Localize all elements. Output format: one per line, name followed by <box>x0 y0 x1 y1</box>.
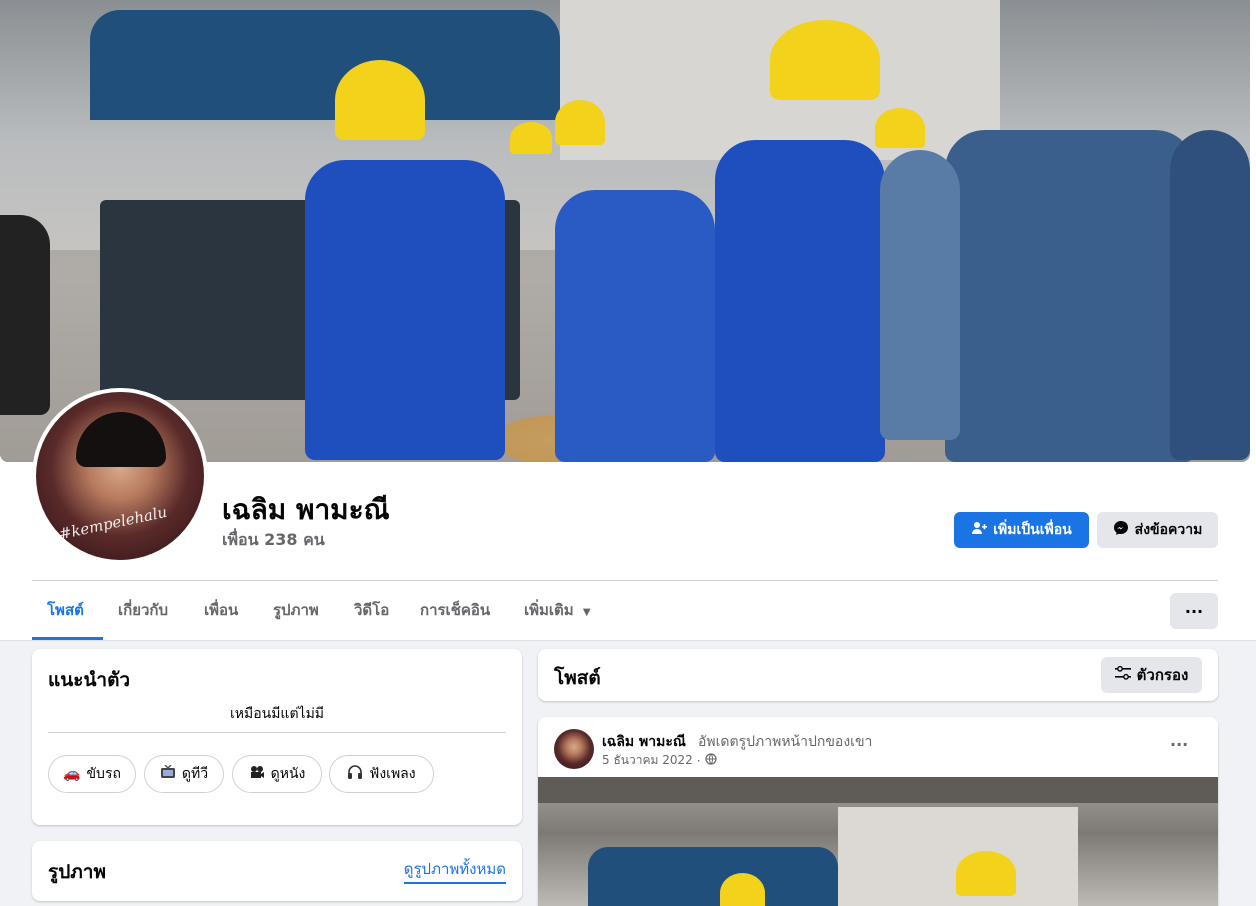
photos-title: รูปภาพ <box>48 861 106 883</box>
tab-friends[interactable]: เพื่อน <box>204 598 238 624</box>
post-date[interactable]: 5 ธันวาคม 2022 <box>602 751 693 770</box>
hobby-label: ฟังเพลง <box>369 766 416 782</box>
intro-title: แนะนำตัว <box>48 669 131 691</box>
tab-posts[interactable]: โพสต์ <box>47 598 84 624</box>
filter-label: ตัวกรอง <box>1136 666 1189 684</box>
bio-divider <box>48 732 506 733</box>
post-author-avatar[interactable] <box>554 729 594 769</box>
intro-card: แนะนำตัว เหมือนมีแต่ไม่มี 🚗 ขับรถ ดูทีวี… <box>32 649 522 825</box>
messenger-icon <box>1113 520 1129 540</box>
post-options-button[interactable]: ··· <box>1170 735 1188 754</box>
tab-videos[interactable]: วิดีโอ <box>354 598 389 624</box>
post-image[interactable] <box>538 777 1218 906</box>
hobby-tv[interactable]: ดูทีวี <box>144 755 224 793</box>
filter-button[interactable]: ตัวกรอง <box>1101 657 1202 693</box>
profile-more-button[interactable]: ··· <box>1170 593 1218 629</box>
tab-about[interactable]: เกี่ยวกับ <box>118 598 168 624</box>
tv-icon <box>160 764 176 783</box>
active-tab-indicator <box>32 637 103 640</box>
bio-text: เหมือนมีแต่ไม่มี <box>229 706 325 722</box>
avatar-tag-text: #kempelehalu <box>57 502 169 544</box>
hobby-label: ดูหนัง <box>270 766 306 782</box>
message-button[interactable]: ส่งข้อความ <box>1097 512 1218 548</box>
see-all-photos-link[interactable]: ดูรูปภาพทั้งหมด <box>403 857 506 884</box>
caret-down-icon: ▼ <box>582 607 591 618</box>
film-icon <box>249 765 265 783</box>
car-icon: 🚗 <box>63 766 81 782</box>
add-friend-icon <box>971 520 988 540</box>
more-dots-icon: ··· <box>1184 601 1204 621</box>
hobby-label: ดูทีวี <box>181 766 209 782</box>
tab-checkins[interactable]: การเช็คอิน <box>420 598 490 624</box>
globe-icon <box>704 753 717 768</box>
tab-photos[interactable]: รูปภาพ <box>273 598 319 624</box>
post-action-text: อัพเดตรูปภาพหน้าปกของเขา <box>698 734 873 750</box>
add-friend-label: เพิ่มเป็นเพื่อน <box>993 522 1072 538</box>
cover-photo[interactable] <box>0 0 1250 462</box>
filter-icon <box>1114 665 1131 684</box>
tab-more[interactable]: เพิ่มเติม ▼ <box>524 598 591 624</box>
friend-count[interactable]: เพื่อน 238 คน <box>222 528 325 553</box>
post-meta: 5 ธันวาคม 2022 · <box>602 751 717 770</box>
profile-avatar[interactable]: #kempelehalu <box>36 392 204 560</box>
add-friend-button[interactable]: เพิ่มเป็นเพื่อน <box>954 512 1089 548</box>
post-author-name[interactable]: เฉลิม พามะณี <box>602 731 686 753</box>
posts-title: โพสต์ <box>554 667 601 689</box>
hobby-music[interactable]: ฟังเพลง <box>329 755 434 793</box>
profile-name: เฉลิม พามะณี <box>222 493 390 526</box>
hobby-movies[interactable]: ดูหนัง <box>232 755 322 793</box>
photos-card: รูปภาพ ดูรูปภาพทั้งหมด <box>32 841 522 901</box>
hobby-label: ขับรถ <box>86 766 121 782</box>
posts-header-card: โพสต์ ตัวกรอง <box>538 649 1218 701</box>
header-divider <box>32 580 1218 581</box>
meta-separator: · <box>696 753 701 768</box>
tab-more-label: เพิ่มเติม <box>524 601 574 619</box>
message-label: ส่งข้อความ <box>1134 522 1203 538</box>
hobby-driving[interactable]: 🚗 ขับรถ <box>48 755 136 793</box>
headphones-icon <box>347 764 363 784</box>
post-card: เฉลิม พามะณี อัพเดตรูปภาพหน้าปกของเขา 5 … <box>538 717 1218 906</box>
